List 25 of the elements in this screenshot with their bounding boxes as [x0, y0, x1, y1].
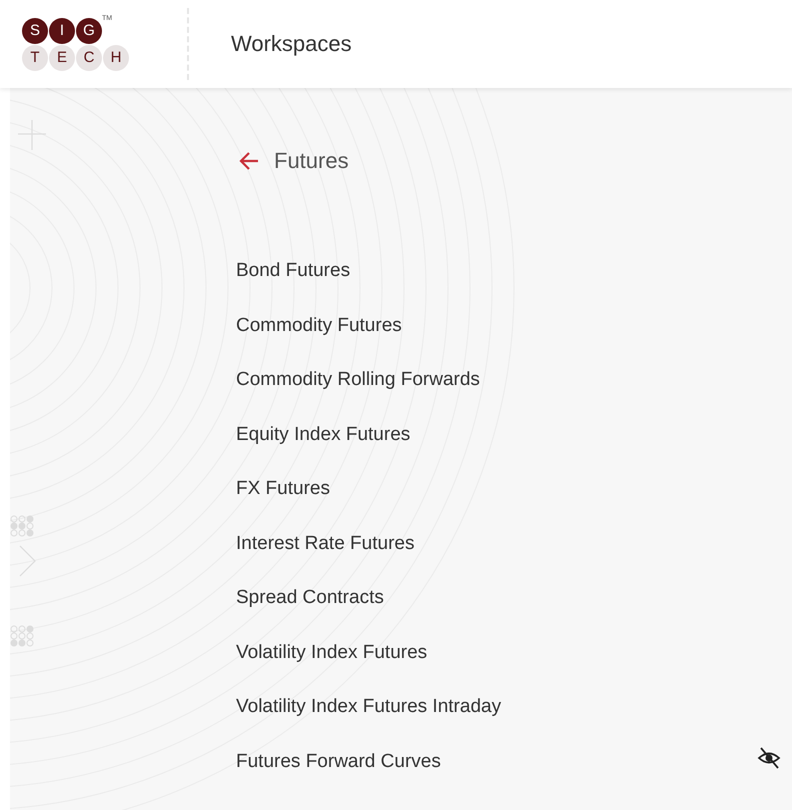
- list-item[interactable]: Commodity Futures: [236, 314, 402, 336]
- list-item[interactable]: FX Futures: [236, 478, 330, 500]
- eye-slash-icon[interactable]: [756, 744, 782, 770]
- logo-letter: C: [76, 44, 102, 70]
- logo-letter: T: [22, 44, 48, 70]
- header-title: Workspaces: [231, 31, 352, 57]
- logo-letter: S: [22, 18, 48, 44]
- back-arrow-icon[interactable]: [238, 151, 260, 171]
- plus-icon: [17, 119, 47, 151]
- list-item[interactable]: Futures Forward Curves: [236, 750, 441, 772]
- page-title: Futures: [274, 148, 349, 174]
- logo-letter: G: [76, 18, 102, 44]
- list-item[interactable]: Volatility Index Futures Intraday: [236, 696, 502, 718]
- list-item[interactable]: Volatility Index Futures: [236, 642, 428, 664]
- dot-grid-icon: [10, 516, 34, 536]
- list-item[interactable]: Bond Futures: [236, 260, 350, 282]
- list-item[interactable]: Interest Rate Futures: [236, 532, 414, 554]
- logo-letter: I: [49, 18, 75, 44]
- list-item[interactable]: Spread Contracts: [236, 587, 384, 609]
- list-item[interactable]: Equity Index Futures: [236, 424, 410, 446]
- logo-letter: H: [103, 44, 129, 70]
- chevron-right-icon: [20, 546, 36, 576]
- logo-letter: E: [49, 44, 75, 70]
- dot-grid-icon: [10, 626, 34, 646]
- list-item[interactable]: Commodity Rolling Forwards: [236, 369, 480, 391]
